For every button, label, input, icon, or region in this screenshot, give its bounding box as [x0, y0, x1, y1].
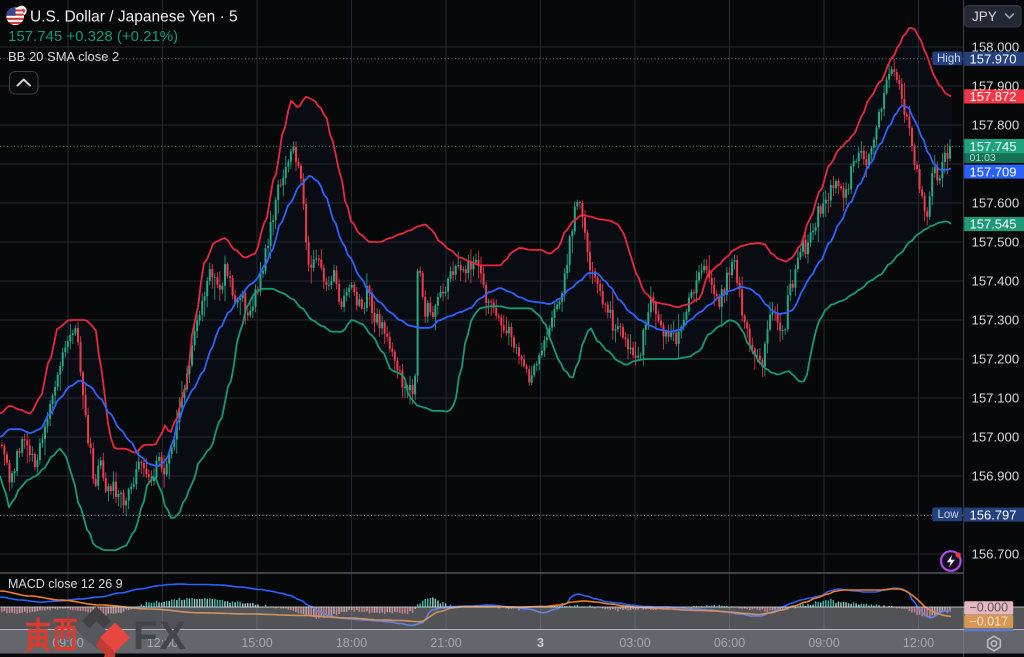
- svg-text:High: High: [937, 53, 961, 65]
- svg-text:156.700: 156.700: [972, 547, 1020, 562]
- svg-text:21:00: 21:00: [430, 636, 461, 650]
- svg-text:157.000: 157.000: [972, 430, 1020, 445]
- svg-text:157.545: 157.545: [970, 217, 1017, 232]
- svg-text:MACD close 12 26 9: MACD close 12 26 9: [8, 577, 123, 591]
- svg-text:157.900: 157.900: [972, 79, 1020, 94]
- svg-text:157.100: 157.100: [972, 391, 1020, 406]
- svg-text:09:00: 09:00: [808, 636, 839, 650]
- svg-text:158.000: 158.000: [972, 40, 1020, 55]
- svg-text:157.800: 157.800: [972, 118, 1020, 133]
- svg-text:157.500: 157.500: [972, 235, 1020, 250]
- svg-text:157.300: 157.300: [972, 313, 1020, 328]
- svg-text:157.600: 157.600: [972, 196, 1020, 211]
- svg-text:157.400: 157.400: [972, 274, 1020, 289]
- svg-text:U.S. Dollar / Japanese Yen · 5: U.S. Dollar / Japanese Yen · 5: [30, 9, 238, 26]
- svg-text:12:00: 12:00: [903, 636, 934, 650]
- svg-text:06:00: 06:00: [714, 636, 745, 650]
- svg-text:157.709: 157.709: [970, 164, 1017, 179]
- svg-text:03:00: 03:00: [619, 636, 650, 650]
- svg-text:156.900: 156.900: [972, 469, 1020, 484]
- svg-text:FX: FX: [133, 614, 188, 657]
- svg-text:Low: Low: [938, 509, 960, 521]
- svg-text:3: 3: [537, 636, 544, 650]
- svg-text:−0.017: −0.017: [970, 614, 1009, 628]
- svg-text:157.200: 157.200: [972, 352, 1020, 367]
- svg-text:BB 20 SMA close 2: BB 20 SMA close 2: [8, 49, 119, 64]
- svg-text:18:00: 18:00: [336, 636, 367, 650]
- svg-text:15:00: 15:00: [241, 636, 272, 650]
- svg-text:−0.000: −0.000: [970, 601, 1009, 615]
- svg-text:156.797: 156.797: [970, 507, 1017, 522]
- svg-text:157.745 +0.328 (+0.21%): 157.745 +0.328 (+0.21%): [8, 28, 178, 45]
- svg-text:JPY: JPY: [972, 9, 997, 24]
- svg-text:01:03: 01:03: [970, 152, 996, 164]
